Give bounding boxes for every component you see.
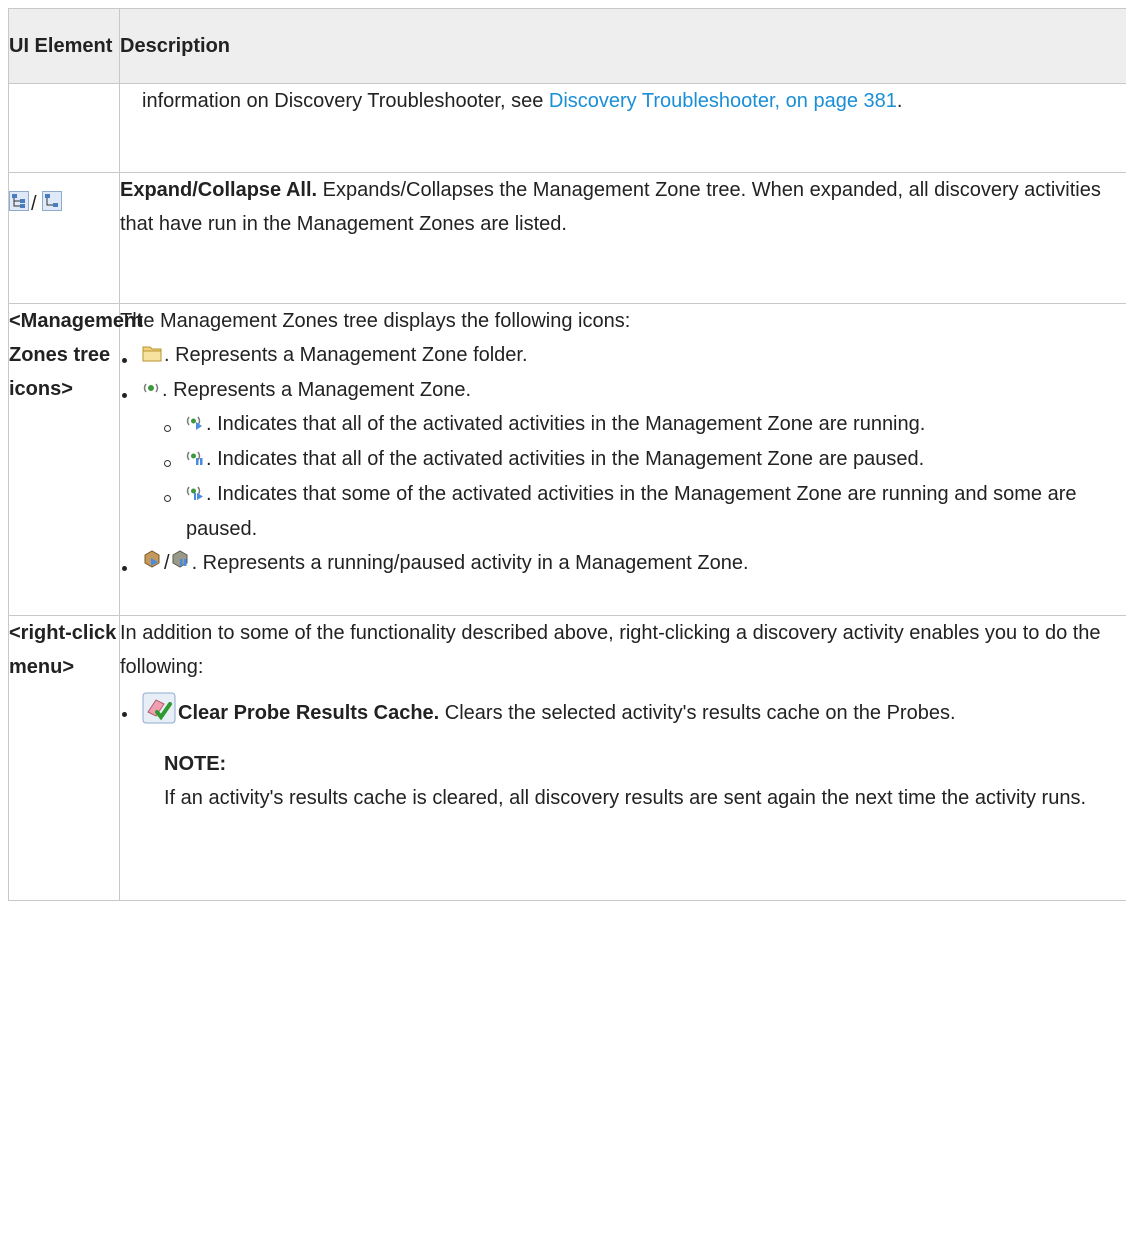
- list-item: . Indicates that all of the activated ac…: [164, 407, 1126, 442]
- table-row: <Management Zones tree icons> The Manage…: [8, 303, 1126, 616]
- right-click-list: Clear Probe Results Cache. Clears the se…: [120, 692, 1126, 815]
- collapse-all-icon[interactable]: [42, 188, 63, 222]
- activity-paused-icon: [170, 546, 190, 580]
- folder-description: . Represents a Management Zone folder.: [164, 344, 528, 366]
- discovery-troubleshooter-link[interactable]: Discovery Troubleshooter, on page 381: [549, 90, 897, 112]
- management-zone-icon: [142, 373, 160, 407]
- zone-description: . Represents a Management Zone.: [162, 378, 472, 401]
- paused-description: . Indicates that all of the activated ac…: [206, 448, 925, 471]
- activity-running-icon: [142, 546, 162, 580]
- description-text: information on Discovery Troubleshooter,…: [142, 90, 549, 112]
- expand-collapse-separator: /: [31, 193, 37, 215]
- description-cell: information on Discovery Troubleshooter,…: [119, 83, 1126, 173]
- tree-icons-list: . Represents a Management Zone folder. .…: [120, 338, 1126, 580]
- list-item: / . Represents a running/paused activity…: [120, 546, 1126, 581]
- clear-cache-text: Clears the selected activity's results c…: [439, 701, 956, 724]
- ui-elements-table: UI Element Description information on Di…: [8, 8, 1126, 901]
- note-title: NOTE:: [164, 753, 227, 775]
- list-item: . Represents a Management Zone folder.: [120, 338, 1126, 373]
- description-cell: In addition to some of the functionality…: [119, 615, 1126, 901]
- expand-collapse-title: Expand/Collapse All.: [120, 179, 318, 201]
- ui-element-cell: [8, 83, 120, 173]
- list-item: Clear Probe Results Cache. Clears the se…: [120, 692, 1126, 815]
- zone-status-list: . Indicates that all of the activated ac…: [142, 407, 1126, 545]
- zone-paused-icon: [186, 443, 204, 477]
- right-click-intro: In addition to some of the functionality…: [120, 622, 1101, 678]
- ui-element-name: <right-click menu>: [8, 615, 120, 901]
- list-item: . Indicates that some of the activated a…: [164, 477, 1126, 546]
- running-description: . Indicates that all of the activated ac…: [206, 413, 926, 436]
- description-cell: Expand/Collapse All. Expands/Collapses t…: [119, 172, 1126, 304]
- note-text: If an activity's results cache is cleare…: [164, 787, 1087, 809]
- zone-mixed-icon: [186, 478, 204, 512]
- ui-element-cell: /: [8, 172, 120, 304]
- ui-element-name: <Management Zones tree icons>: [8, 303, 143, 616]
- list-item: . Indicates that all of the activated ac…: [164, 442, 1126, 477]
- table-row: / Expand/Collapse All. Expands/Collapses…: [8, 172, 1126, 304]
- clear-cache-icon[interactable]: [142, 692, 176, 735]
- table-row: <right-click menu> In addition to some o…: [8, 615, 1126, 901]
- column-header-description: Description: [119, 8, 1126, 84]
- zone-running-icon: [186, 408, 204, 442]
- table-header-row: UI Element Description: [8, 8, 1126, 84]
- description-text-end: .: [896, 90, 903, 112]
- list-item: . Represents a Management Zone. . Indica…: [120, 373, 1126, 546]
- folder-icon: [142, 339, 162, 373]
- table-row: information on Discovery Troubleshooter,…: [8, 83, 1126, 173]
- note-box: NOTE: If an activity's results cache is …: [164, 747, 1126, 815]
- expand-all-icon[interactable]: [9, 188, 29, 222]
- activity-description: . Represents a running/paused activity i…: [191, 551, 749, 574]
- mixed-description: . Indicates that some of the activated a…: [186, 482, 1077, 540]
- clear-cache-title: Clear Probe Results Cache.: [178, 701, 440, 724]
- description-cell: The Management Zones tree displays the f…: [119, 303, 1126, 616]
- tree-icons-intro: The Management Zones tree displays the f…: [120, 310, 631, 332]
- column-header-ui-element: UI Element: [8, 8, 120, 84]
